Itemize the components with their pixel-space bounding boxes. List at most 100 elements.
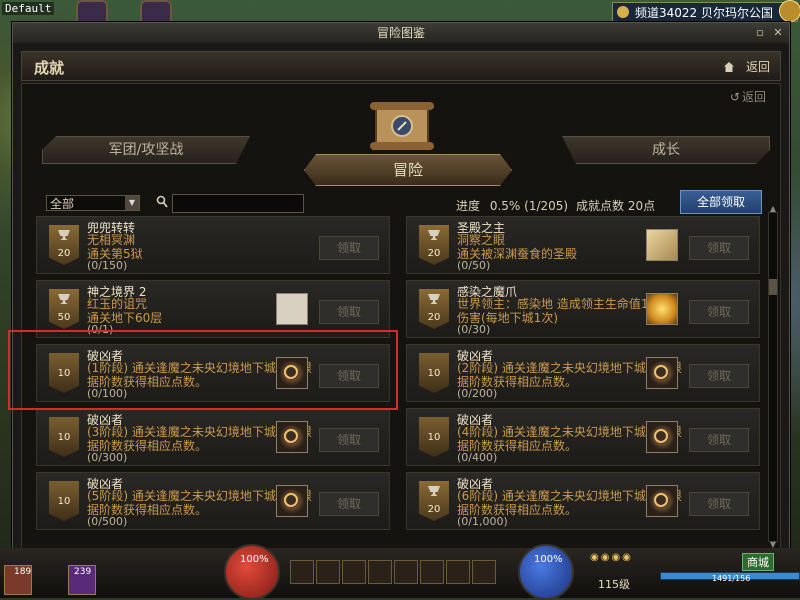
item-count: 239 [74,567,92,577]
inner-back-label: 返回 [741,90,766,104]
points-badge: 50 [49,289,79,329]
reward-emblem-icon[interactable] [646,485,678,517]
reward-map-icon[interactable] [646,229,678,261]
points-badge: 10 [419,353,449,393]
section-title: 成就 [34,59,65,77]
item-count: 189 [14,567,32,577]
window-close-button[interactable]: ✕ [771,26,785,40]
trophy-icon [428,486,440,496]
claim-button[interactable]: 领取 [319,428,379,452]
claim-button[interactable]: 领取 [689,236,749,260]
default-tag: Default [2,2,55,15]
skill-slot[interactable] [446,560,470,584]
claim-button[interactable]: 领取 [689,428,749,452]
shop-button[interactable]: 商城 [742,553,774,571]
achievement-progress: (0/30) [457,323,491,336]
reward-emblem-icon[interactable] [276,421,308,453]
scroll-up-arrow[interactable]: ▲ [768,204,778,213]
top-hud: Default 频道34022 贝尔玛尔公国 [0,0,800,28]
reward-emblem-icon[interactable] [276,485,308,517]
claim-button[interactable]: 领取 [689,492,749,516]
claim-all-button[interactable]: 全部领取 [680,190,762,214]
reward-emblem-icon[interactable] [646,357,678,389]
tab-growth[interactable]: 成长 [562,136,770,164]
claim-button[interactable]: 领取 [689,364,749,388]
progress-text: 进度 0.5% (1/205) [456,197,568,214]
achievement-panel: ↺ 返回 军团/攻坚战 成长 冒险 全部 ▼ 进度 0.5% (1/205) 成就… [21,83,781,549]
achievement-desc: 无相冥渊 通关第5狱 [87,233,143,261]
points-value: 10 [427,432,441,443]
claim-button[interactable]: 领取 [319,236,379,260]
inner-back-button[interactable]: ↺ 返回 [730,88,766,105]
scroll-emblem-icon [370,102,434,150]
mp-value: 100% [534,554,563,565]
points-badge: 20 [419,289,449,329]
points-value: 20 [57,248,71,259]
channel-indicator[interactable]: 频道34022 贝尔玛尔公国 [612,2,798,22]
points-badge: 20 [49,225,79,265]
skill-slot[interactable] [342,560,366,584]
achievement-progress: (0/1,000) [457,515,508,528]
tab-adventure[interactable]: 冒险 [304,154,512,186]
hp-orb [224,544,280,600]
back-button[interactable]: 返回 [723,58,770,75]
hp-value: 100% [240,554,269,565]
home-icon [723,62,734,72]
points-value: 20 [427,248,441,259]
skill-slot[interactable] [420,560,444,584]
category-dropdown[interactable]: 全部 ▼ [46,195,140,211]
achievement-card: 20 感染之魔爪 世界领主：感染地 造成领主生命值100%伤害(每地下城1次) (0/… [406,280,760,338]
points-value: 10 [57,432,71,443]
reward-emblem-icon[interactable] [646,421,678,453]
achievement-scrollbar[interactable] [768,212,778,542]
scroll-down-arrow[interactable]: ▼ [768,540,778,549]
channel-icon [617,6,629,18]
achievement-card: 20 破凶者 (6阶段) 通关逢魔之未央幻境地下城时，根据阶数获得相应点数。 (0/1… [406,472,760,530]
points-badge: 20 [419,225,449,265]
skill-slot[interactable] [290,560,314,584]
skill-slot[interactable] [368,560,392,584]
search-icon [156,195,168,208]
points-value: 20 [427,504,441,515]
section-header: 成就 返回 [21,51,781,81]
points-value: 10 [57,496,71,507]
tab-raid[interactable]: 军团/攻坚战 [42,136,250,164]
mp-orb [518,544,574,600]
achievement-card: 10 破凶者 (5阶段) 通关逢魔之未央幻境地下城时，根据阶数获得相应点数。 (0/5… [36,472,390,530]
trophy-icon [428,294,440,304]
category-selected: 全部 [50,197,75,211]
points-badge: 20 [419,481,449,521]
points-value: 20 [427,312,441,323]
claim-button[interactable]: 领取 [319,300,379,324]
skill-slot[interactable] [472,560,496,584]
level-label: 115级 [598,578,630,591]
skill-slot[interactable] [316,560,340,584]
highlight-frame [8,330,398,410]
reward-gold-icon[interactable] [646,293,678,325]
achievement-progress: (0/500) [87,515,128,528]
achievement-progress: (0/150) [87,259,128,272]
trophy-icon [58,230,70,240]
achievement-progress: (0/400) [457,451,498,464]
achievement-progress: (0/200) [457,387,498,400]
undo-icon: ↺ [729,90,741,104]
progress-value: 0.5% (1/205) [489,199,569,213]
search-input[interactable] [172,194,304,213]
achievement-progress: (0/300) [87,451,128,464]
achievement-card: 10 破凶者 (3阶段) 通关逢魔之未央幻境地下城时，根据阶数获得相应点数。 (0/3… [36,408,390,466]
quick-menu-icons[interactable]: ◉◉◉◉ [590,552,640,564]
menu-orb-icon[interactable] [779,0,800,22]
trophy-icon [428,230,440,240]
points-badge: 10 [419,417,449,457]
skill-slot[interactable] [394,560,418,584]
achievement-card: 10 破凶者 (2阶段) 通关逢魔之未央幻境地下城时，根据阶数获得相应点数。 (0/2… [406,344,760,402]
points-value: 10 [427,368,441,379]
reward-letter-icon[interactable] [276,293,308,325]
scrollbar-thumb[interactable] [769,279,777,295]
claim-button[interactable]: 领取 [319,492,379,516]
achievement-card: 20 兜兜转转 无相冥渊 通关第5狱 (0/150) 领取 [36,216,390,274]
window-minimize-button[interactable]: ▫ [753,26,767,40]
points-value: 50 [57,312,71,323]
achievement-progress: (0/50) [457,259,491,272]
claim-button[interactable]: 领取 [689,300,749,324]
